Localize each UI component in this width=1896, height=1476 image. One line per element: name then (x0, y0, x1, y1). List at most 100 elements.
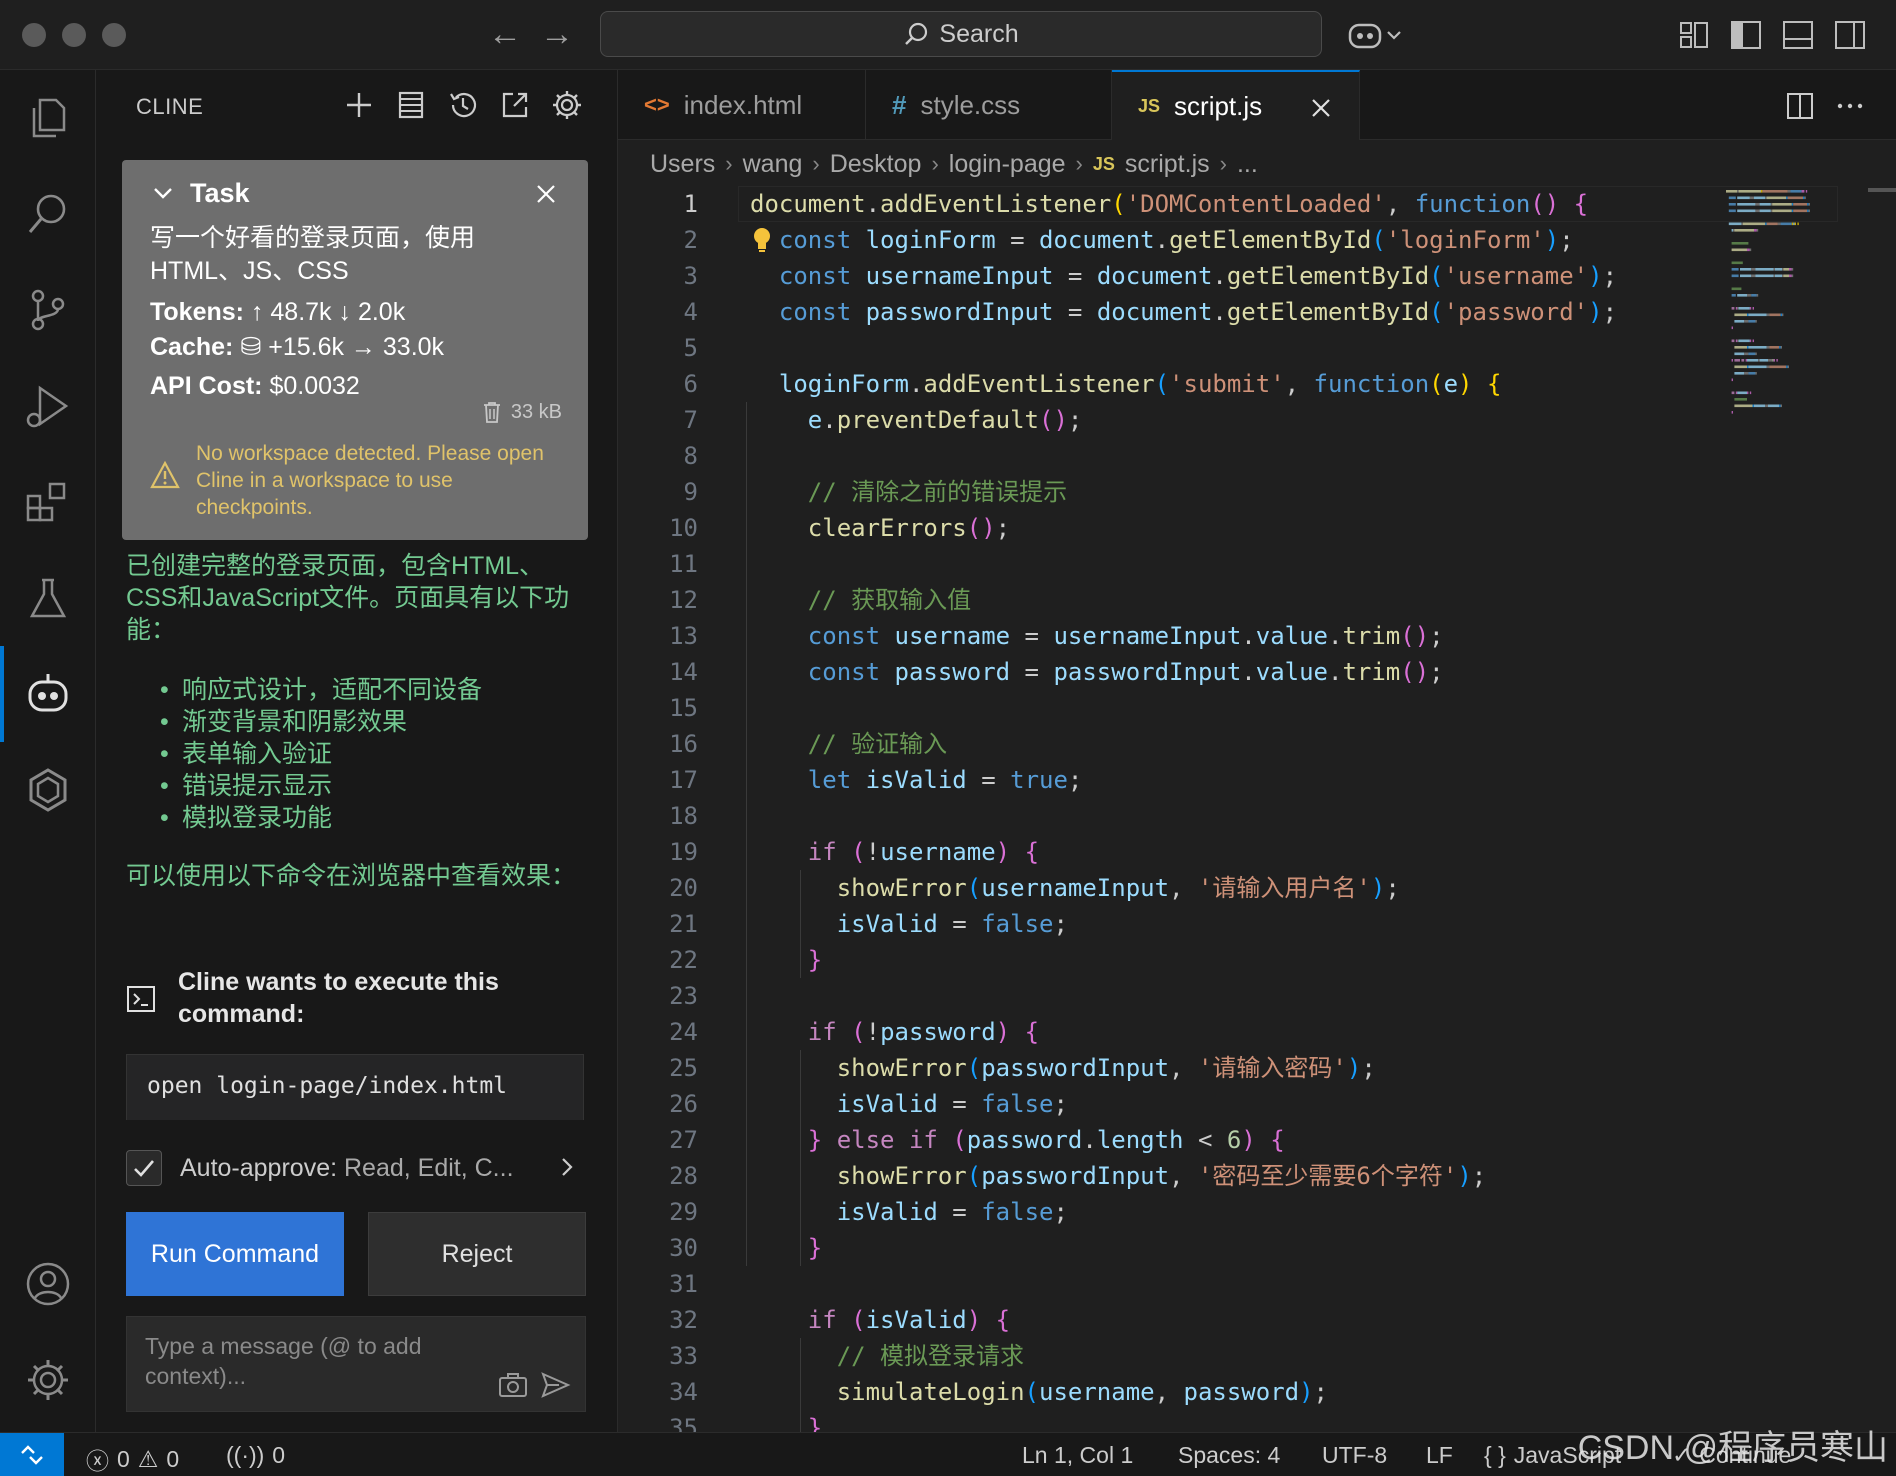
code-line[interactable]: 8 (618, 438, 1728, 474)
more-actions-icon[interactable] (1834, 90, 1866, 122)
toggle-secondary-sidebar-icon[interactable] (1832, 17, 1868, 53)
code-line[interactable]: 16 // 验证输入 (618, 726, 1728, 762)
code-line[interactable]: 1 document.addEventListener('DOMContentLo… (618, 186, 1728, 222)
explorer-icon[interactable] (22, 92, 74, 144)
code-line[interactable]: 13 const username = usernameInput.value.… (618, 618, 1728, 654)
code-line[interactable]: 27 } else if (password.length < 6) { (618, 1122, 1728, 1158)
breadcrumb-item[interactable]: Users (650, 150, 715, 179)
chevron-right-icon[interactable] (554, 1154, 580, 1180)
tab-script-js[interactable]: JS script.js (1112, 70, 1360, 140)
code-line[interactable]: 9 // 清除之前的错误提示 (618, 474, 1728, 510)
code-line[interactable]: 20 showError(usernameInput, '请输入用户名'); (618, 870, 1728, 906)
toggle-panel-icon[interactable] (1780, 17, 1816, 53)
code-line[interactable]: 28 showError(passwordInput, '密码至少需要6个字符'… (618, 1158, 1728, 1194)
code-line[interactable]: 25 showError(passwordInput, '请输入密码'); (618, 1050, 1728, 1086)
open-in-editor-icon[interactable] (498, 88, 532, 122)
code-line[interactable]: 10 clearErrors(); (618, 510, 1728, 546)
remote-indicator[interactable] (0, 1433, 64, 1476)
reject-button[interactable]: Reject (368, 1212, 586, 1296)
code-line[interactable]: 22 } (618, 942, 1728, 978)
forward-arrow-icon[interactable]: → (540, 14, 574, 54)
send-icon[interactable] (539, 1369, 571, 1401)
scrollbar[interactable] (1868, 188, 1896, 192)
code-editor[interactable]: 1 document.addEventListener('DOMContentLo… (618, 186, 1896, 1432)
line-number: 26 (669, 1090, 698, 1118)
minimap[interactable] (1722, 186, 1852, 486)
code-line[interactable]: 12 // 获取输入值 (618, 582, 1728, 618)
settings-gear-icon[interactable] (550, 88, 584, 122)
code-line[interactable]: 15 (618, 690, 1728, 726)
toggle-primary-sidebar-icon[interactable] (1728, 17, 1764, 53)
code-line[interactable]: 17 let isValid = true; (618, 762, 1728, 798)
code-line[interactable]: 34 simulateLogin(username, password); (618, 1374, 1728, 1410)
line-endings[interactable]: LF (1426, 1442, 1453, 1469)
chevron-down-icon[interactable] (150, 180, 176, 206)
code-line[interactable]: 14 const password = passwordInput.value.… (618, 654, 1728, 690)
cursor-position[interactable]: Ln 1, Col 1 (1022, 1442, 1133, 1469)
breadcrumb-item[interactable]: login-page (949, 150, 1066, 179)
code-line[interactable]: 29 isValid = false; (618, 1194, 1728, 1230)
ports-indicator[interactable]: ((·)) 0 (226, 1442, 285, 1469)
cline-robot-icon[interactable] (22, 668, 74, 720)
code-line[interactable]: 11 (618, 546, 1728, 582)
code-line[interactable]: 2 const loginForm = document.getElementB… (618, 222, 1728, 258)
plus-icon[interactable] (342, 88, 376, 122)
testing-icon[interactable] (22, 572, 74, 624)
indentation[interactable]: Spaces: 4 (1178, 1442, 1280, 1469)
run-command-button[interactable]: Run Command (126, 1212, 344, 1296)
code-line[interactable]: 18 (618, 798, 1728, 834)
window-close-button[interactable] (22, 23, 46, 47)
camera-icon[interactable] (497, 1369, 529, 1401)
back-arrow-icon[interactable]: ← (488, 14, 522, 54)
code-line[interactable]: 35 } (618, 1410, 1728, 1432)
close-icon[interactable] (1309, 96, 1333, 120)
code-line[interactable]: 24 if (!password) { (618, 1014, 1728, 1050)
code-line[interactable]: 3 const usernameInput = document.getElem… (618, 258, 1728, 294)
code-line[interactable]: 6 loginForm.addEventListener('submit', f… (618, 366, 1728, 402)
code-line[interactable]: 21 isValid = false; (618, 906, 1728, 942)
code-line[interactable]: 31 (618, 1266, 1728, 1302)
breadcrumb-item[interactable]: script.js (1125, 150, 1210, 179)
problems-indicator[interactable]: ⓧ 0 ⚠ 0 (86, 1442, 179, 1476)
close-icon[interactable] (534, 182, 558, 206)
split-editor-icon[interactable] (1784, 90, 1816, 122)
history-icon[interactable] (446, 88, 480, 122)
message-input[interactable]: Type a message (@ to add context)... (126, 1316, 586, 1412)
breadcrumb-item[interactable]: wang (743, 150, 803, 179)
extensions-icon[interactable] (22, 476, 74, 528)
trash-icon[interactable] (481, 400, 503, 424)
continue-icon[interactable] (22, 764, 74, 816)
source-control-icon[interactable] (22, 284, 74, 336)
code-text: let isValid = true; (807, 766, 1083, 794)
code-line[interactable]: 30 } (618, 1230, 1728, 1266)
tab-index-html[interactable]: <> index.html (618, 70, 866, 140)
breadcrumb-item[interactable]: Desktop (830, 150, 922, 179)
task-header[interactable]: Task (150, 178, 560, 208)
code-line[interactable]: 32 if (isValid) { (618, 1302, 1728, 1338)
breadcrumb-item[interactable]: ... (1237, 150, 1258, 179)
code-line[interactable]: 23 (618, 978, 1728, 1014)
window-maximize-button[interactable] (102, 23, 126, 47)
task-size-value: 33 kB (510, 400, 562, 423)
command-center-search[interactable]: Search (600, 11, 1322, 57)
warning-icon: ⚠ (137, 1445, 159, 1472)
encoding[interactable]: UTF-8 (1322, 1442, 1387, 1469)
code-line[interactable]: 5 (618, 330, 1728, 366)
manage-gear-icon[interactable] (22, 1354, 74, 1406)
customize-layout-icon[interactable] (1676, 17, 1712, 53)
window-minimize-button[interactable] (62, 23, 86, 47)
copilot-icon[interactable] (1346, 17, 1406, 53)
accounts-icon[interactable] (22, 1258, 74, 1310)
auto-approve-row[interactable]: Auto-approve: Read, Edit, C... (126, 1148, 586, 1188)
mcp-servers-icon[interactable] (394, 88, 428, 122)
task-size[interactable]: 33 kB (481, 400, 562, 424)
search-icon[interactable] (22, 188, 74, 240)
code-line[interactable]: 4 const passwordInput = document.getElem… (618, 294, 1728, 330)
code-line[interactable]: 7 e.preventDefault(); (618, 402, 1728, 438)
code-line[interactable]: 26 isValid = false; (618, 1086, 1728, 1122)
auto-approve-checkbox[interactable] (126, 1150, 162, 1186)
code-line[interactable]: 19 if (!username) { (618, 834, 1728, 870)
tab-style-css[interactable]: # style.css (866, 70, 1112, 140)
run-and-debug-icon[interactable] (22, 380, 74, 432)
code-line[interactable]: 33 // 模拟登录请求 (618, 1338, 1728, 1374)
